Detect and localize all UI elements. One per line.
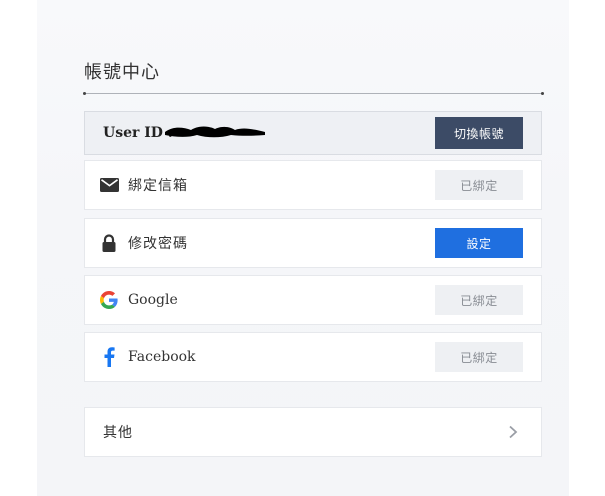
facebook-label: Facebook [128, 349, 196, 365]
facebook-icon [99, 347, 119, 367]
google-label: Google [128, 292, 178, 308]
bind-email-row: 綁定信箱 已綁定 [84, 160, 542, 210]
bind-email-status-button[interactable]: 已綁定 [435, 170, 523, 200]
change-password-label: 修改密碼 [128, 236, 188, 252]
title-divider [83, 92, 544, 95]
facebook-status-button[interactable]: 已綁定 [435, 342, 523, 372]
other-row[interactable]: 其他 [84, 407, 542, 457]
switch-account-button[interactable]: 切換帳號 [435, 117, 523, 149]
lock-icon [99, 233, 119, 253]
google-status-button[interactable]: 已綁定 [435, 285, 523, 315]
bind-email-label: 綁定信箱 [128, 178, 188, 194]
redacted-user-id-scribble [165, 126, 265, 138]
google-icon [99, 290, 119, 310]
user-id-row: User ID : 切換帳號 [84, 111, 542, 155]
other-label: 其他 [103, 425, 133, 441]
chevron-right-icon [509, 425, 518, 439]
facebook-row: Facebook 已綁定 [84, 332, 542, 382]
google-row: Google 已綁定 [84, 275, 542, 325]
change-password-row: 修改密碼 設定 [84, 218, 542, 268]
set-password-button[interactable]: 設定 [435, 228, 523, 258]
mail-icon [99, 175, 119, 195]
page-title: 帳號中心 [84, 62, 160, 83]
